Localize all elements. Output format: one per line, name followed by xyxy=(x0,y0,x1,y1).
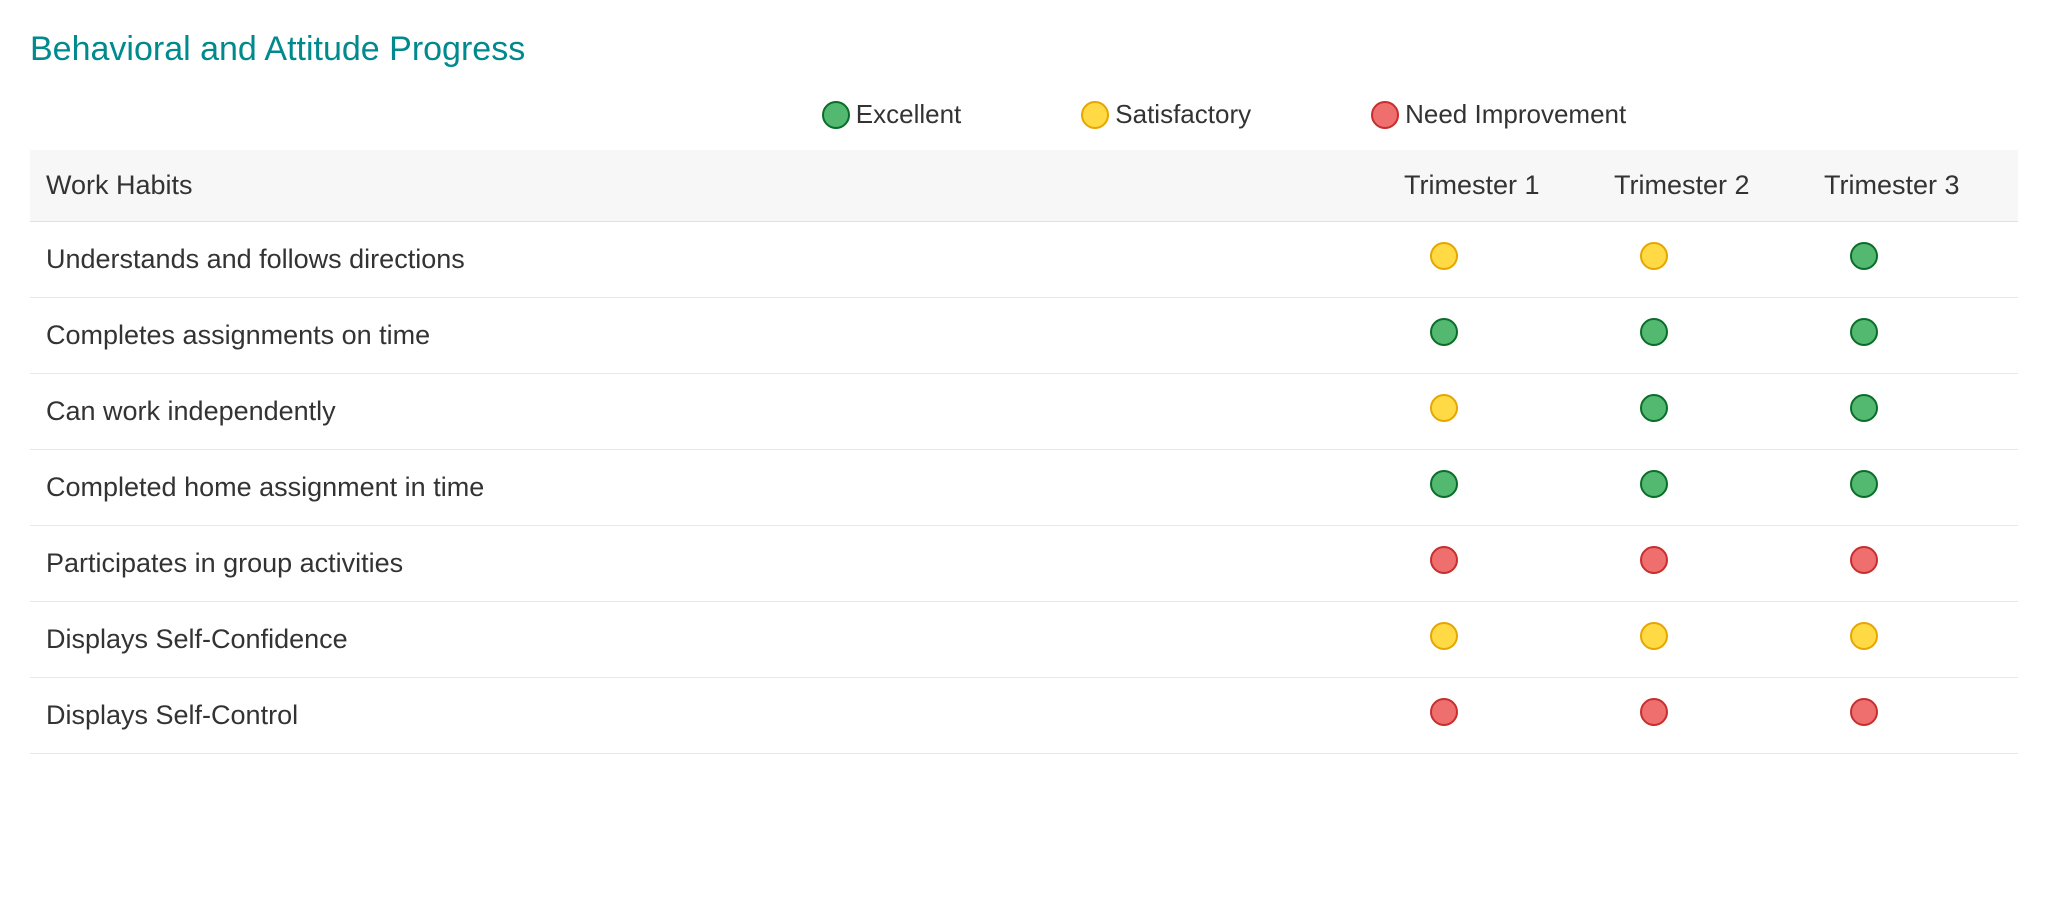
dot-satisfactory-icon xyxy=(1850,622,1878,650)
legend-label-need-improvement: Need Improvement xyxy=(1405,99,1626,130)
legend-item-excellent: Excellent xyxy=(822,99,962,130)
row-label: Completes assignments on time xyxy=(30,298,1388,374)
dot-excellent-icon xyxy=(1640,394,1668,422)
row-label: Can work independently xyxy=(30,374,1388,450)
dot-satisfactory-icon xyxy=(1640,622,1668,650)
header-trimester-3: Trimester 3 xyxy=(1808,150,2018,222)
row-t3-cell xyxy=(1808,298,2018,374)
table-header-row: Work Habits Trimester 1 Trimester 2 Trim… xyxy=(30,150,2018,222)
header-habits: Work Habits xyxy=(30,150,1388,222)
dot-satisfactory-icon xyxy=(1640,242,1668,270)
row-t2-cell xyxy=(1598,526,1808,602)
row-t2-cell xyxy=(1598,450,1808,526)
dot-excellent-icon xyxy=(1850,394,1878,422)
dot-satisfactory-icon xyxy=(1430,394,1458,422)
dot-satisfactory-icon xyxy=(1430,242,1458,270)
dot-excellent-icon xyxy=(1640,470,1668,498)
dot-excellent-icon xyxy=(1850,470,1878,498)
dot-need-improvement-icon xyxy=(1371,101,1399,129)
row-t1-cell xyxy=(1388,450,1598,526)
row-t1-cell xyxy=(1388,678,1598,754)
legend-item-satisfactory: Satisfactory xyxy=(1081,99,1251,130)
dot-satisfactory-icon xyxy=(1430,622,1458,650)
row-t1-cell xyxy=(1388,222,1598,298)
row-t1-cell xyxy=(1388,298,1598,374)
row-t2-cell xyxy=(1598,602,1808,678)
table-row: Understands and follows directions xyxy=(30,222,2018,298)
row-label: Participates in group activities xyxy=(30,526,1388,602)
progress-table: Work Habits Trimester 1 Trimester 2 Trim… xyxy=(30,150,2018,754)
row-t1-cell xyxy=(1388,374,1598,450)
section-title: Behavioral and Attitude Progress xyxy=(30,30,2018,69)
dot-excellent-icon xyxy=(1430,470,1458,498)
table-row: Completes assignments on time xyxy=(30,298,2018,374)
dot-excellent-icon xyxy=(822,101,850,129)
row-label: Understands and follows directions xyxy=(30,222,1388,298)
dot-excellent-icon xyxy=(1850,318,1878,346)
dot-need-improvement-icon xyxy=(1640,546,1668,574)
row-label: Displays Self-Control xyxy=(30,678,1388,754)
row-t1-cell xyxy=(1388,526,1598,602)
row-label: Displays Self-Confidence xyxy=(30,602,1388,678)
dot-excellent-icon xyxy=(1430,318,1458,346)
row-t3-cell xyxy=(1808,450,2018,526)
header-trimester-1: Trimester 1 xyxy=(1388,150,1598,222)
table-row: Displays Self-Control xyxy=(30,678,2018,754)
dot-need-improvement-icon xyxy=(1430,546,1458,574)
legend-item-need-improvement: Need Improvement xyxy=(1371,99,1626,130)
dot-need-improvement-icon xyxy=(1850,698,1878,726)
dot-satisfactory-icon xyxy=(1081,101,1109,129)
table-row: Participates in group activities xyxy=(30,526,2018,602)
row-t3-cell xyxy=(1808,678,2018,754)
table-row: Can work independently xyxy=(30,374,2018,450)
row-t3-cell xyxy=(1808,602,2018,678)
row-t3-cell xyxy=(1808,374,2018,450)
legend-label-satisfactory: Satisfactory xyxy=(1115,99,1251,130)
legend-label-excellent: Excellent xyxy=(856,99,962,130)
dot-excellent-icon xyxy=(1850,242,1878,270)
legend: Excellent Satisfactory Need Improvement xyxy=(30,99,2018,130)
row-t2-cell xyxy=(1598,222,1808,298)
row-t3-cell xyxy=(1808,526,2018,602)
table-row: Completed home assignment in time xyxy=(30,450,2018,526)
row-t2-cell xyxy=(1598,298,1808,374)
row-t2-cell xyxy=(1598,374,1808,450)
dot-excellent-icon xyxy=(1640,318,1668,346)
row-label: Completed home assignment in time xyxy=(30,450,1388,526)
row-t3-cell xyxy=(1808,222,2018,298)
dot-need-improvement-icon xyxy=(1430,698,1458,726)
row-t2-cell xyxy=(1598,678,1808,754)
row-t1-cell xyxy=(1388,602,1598,678)
dot-need-improvement-icon xyxy=(1850,546,1878,574)
dot-need-improvement-icon xyxy=(1640,698,1668,726)
header-trimester-2: Trimester 2 xyxy=(1598,150,1808,222)
table-row: Displays Self-Confidence xyxy=(30,602,2018,678)
